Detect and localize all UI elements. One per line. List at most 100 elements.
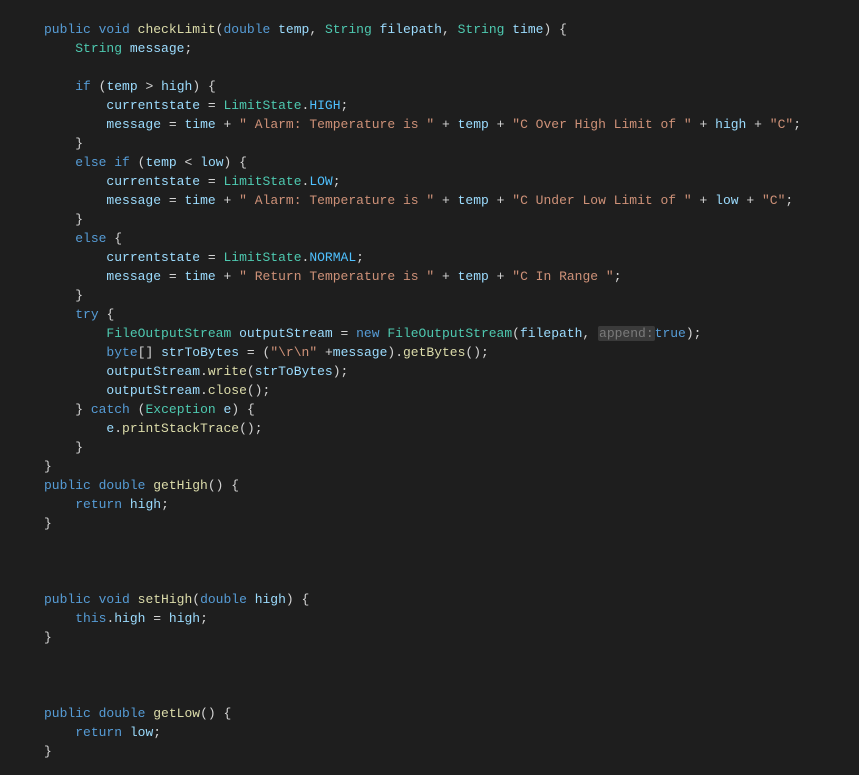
keyword-return: return <box>75 725 122 740</box>
code-line[interactable]: return low; <box>16 723 859 742</box>
code-line[interactable]: } <box>16 438 859 457</box>
keyword-void: void <box>99 22 130 37</box>
var-temp: temp <box>458 269 489 284</box>
var-high: high <box>715 117 746 132</box>
keyword-double: double <box>99 706 146 721</box>
code-line[interactable]: byte[] strToBytes = ("\r\n" +message).ge… <box>16 343 859 362</box>
keyword-this: this <box>75 611 106 626</box>
code-line[interactable] <box>16 647 859 666</box>
code-line[interactable] <box>16 571 859 590</box>
code-line[interactable]: return high; <box>16 495 859 514</box>
method-printstacktrace: printStackTrace <box>122 421 239 436</box>
code-line[interactable]: } <box>16 628 859 647</box>
var-message: message <box>106 269 161 284</box>
code-line[interactable]: String message; <box>16 39 859 58</box>
code-line[interactable]: e.printStackTrace(); <box>16 419 859 438</box>
string-literal: "C Over High Limit of " <box>512 117 691 132</box>
code-line[interactable]: outputStream.write(strToBytes); <box>16 362 859 381</box>
type-exception: Exception <box>145 402 215 417</box>
keyword-else: else <box>75 155 106 170</box>
code-line[interactable]: public double getLow() { <box>16 704 859 723</box>
method-name: setHigh <box>138 592 193 607</box>
const-high: HIGH <box>309 98 340 113</box>
method-name: getLow <box>153 706 200 721</box>
code-line[interactable]: if (temp > high) { <box>16 77 859 96</box>
var-temp: temp <box>458 117 489 132</box>
code-line[interactable] <box>16 666 859 685</box>
code-line[interactable] <box>16 533 859 552</box>
code-line[interactable]: } <box>16 742 859 761</box>
code-line[interactable]: currentstate = LimitState.NORMAL; <box>16 248 859 267</box>
code-line[interactable]: FileOutputStream outputStream = new File… <box>16 324 859 343</box>
code-line[interactable] <box>16 685 859 704</box>
var-high: high <box>161 79 192 94</box>
code-line[interactable]: } <box>16 134 859 153</box>
type-string: String <box>458 22 505 37</box>
var-outputstream: outputStream <box>239 326 333 341</box>
code-line[interactable]: public void setHigh(double high) { <box>16 590 859 609</box>
code-line[interactable]: currentstate = LimitState.LOW; <box>16 172 859 191</box>
string-literal: " Alarm: Temperature is " <box>239 193 434 208</box>
var-message: message <box>106 117 161 132</box>
code-line[interactable]: message = time + " Alarm: Temperature is… <box>16 115 859 134</box>
type-string: String <box>75 41 122 56</box>
field-high: high <box>114 611 145 626</box>
method-name: getHigh <box>153 478 208 493</box>
keyword-public: public <box>44 22 91 37</box>
type-limitstate: LimitState <box>223 174 301 189</box>
method-name: checkLimit <box>138 22 216 37</box>
var-filepath: filepath <box>520 326 582 341</box>
keyword-new: new <box>356 326 379 341</box>
type-byte: byte <box>106 345 137 360</box>
type-double: double <box>223 22 270 37</box>
var-currentstate: currentstate <box>106 98 200 113</box>
code-line[interactable]: } <box>16 286 859 305</box>
string-literal: " Return Temperature is " <box>239 269 434 284</box>
keyword-return: return <box>75 497 122 512</box>
string-literal: "\r\n" <box>270 345 317 360</box>
var-currentstate: currentstate <box>106 174 200 189</box>
var-low: low <box>715 193 738 208</box>
code-line[interactable] <box>16 58 859 77</box>
code-line[interactable]: } <box>16 514 859 533</box>
type-string: String <box>325 22 372 37</box>
keyword-if: if <box>75 79 91 94</box>
method-getbytes: getBytes <box>403 345 465 360</box>
string-literal: "C In Range " <box>512 269 613 284</box>
var-high: high <box>130 497 161 512</box>
code-line[interactable]: } <box>16 210 859 229</box>
code-line[interactable]: currentstate = LimitState.HIGH; <box>16 96 859 115</box>
code-line[interactable]: else { <box>16 229 859 248</box>
code-line[interactable]: else if (temp < low) { <box>16 153 859 172</box>
string-literal: "C" <box>762 193 785 208</box>
var-message: message <box>333 345 388 360</box>
var-time: time <box>184 269 215 284</box>
code-line[interactable]: this.high = high; <box>16 609 859 628</box>
var-message: message <box>130 41 185 56</box>
var-time: time <box>184 117 215 132</box>
keyword-public: public <box>44 478 91 493</box>
var-low: low <box>130 725 153 740</box>
code-line[interactable]: try { <box>16 305 859 324</box>
keyword-try: try <box>75 307 98 322</box>
code-line[interactable]: outputStream.close(); <box>16 381 859 400</box>
code-line[interactable] <box>16 552 859 571</box>
var-temp: temp <box>458 193 489 208</box>
keyword-else: else <box>75 231 106 246</box>
code-editor[interactable]: public void checkLimit(double temp, Stri… <box>0 20 859 761</box>
keyword-public: public <box>44 706 91 721</box>
code-line[interactable]: message = time + " Alarm: Temperature is… <box>16 191 859 210</box>
literal-true: true <box>655 326 686 341</box>
var-strtobytes: strToBytes <box>161 345 239 360</box>
var-high: high <box>169 611 200 626</box>
code-line[interactable]: public double getHigh() { <box>16 476 859 495</box>
code-line[interactable]: message = time + " Return Temperature is… <box>16 267 859 286</box>
method-write: write <box>208 364 247 379</box>
type-fileoutputstream: FileOutputStream <box>106 326 231 341</box>
var-outputstream: outputStream <box>106 383 200 398</box>
string-literal: "C Under Low Limit of " <box>512 193 691 208</box>
code-line[interactable]: } <box>16 457 859 476</box>
code-line[interactable]: } catch (Exception e) { <box>16 400 859 419</box>
code-line[interactable]: public void checkLimit(double temp, Stri… <box>16 20 859 39</box>
keyword-void: void <box>99 592 130 607</box>
